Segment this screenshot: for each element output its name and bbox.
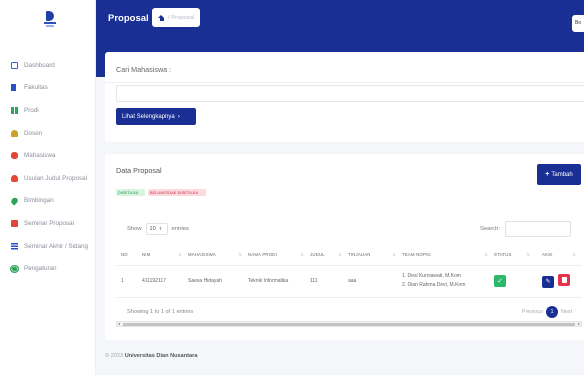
search-card-title: Cari Mahasiswa : <box>116 65 172 74</box>
column-header-team[interactable]: TEAM NOPIG ⇅ <box>402 245 494 266</box>
cell-status: ✓ <box>494 265 536 298</box>
see-more-label: Lihat Selengkapnya <box>122 113 175 120</box>
supervisor-2: 2. Dian Rahma Devi, M.Kom <box>402 282 466 288</box>
add-button-label: Tambah <box>551 171 573 178</box>
dashboard-icon <box>11 61 18 69</box>
header-action-button[interactable]: Bo <box>572 15 584 32</box>
rejected-badge: BELUM/TIDAK DISETUJUI <box>148 189 206 196</box>
add-button[interactable]: + Tambah <box>537 164 581 185</box>
cell-aksi: ✎ <box>536 265 582 298</box>
sidebar-item-label: Pengaturan <box>24 265 57 273</box>
sidebar-item-prodi[interactable]: Prodi <box>0 99 96 122</box>
sidebar-item-dosen[interactable]: Dosen <box>0 122 96 145</box>
pagination-page-1[interactable]: 1 <box>545 306 558 318</box>
sidebar-item-dashboard[interactable]: Dashboard <box>0 54 96 77</box>
student-search-input[interactable] <box>116 85 584 102</box>
entries-select[interactable]: 10 ⇕ <box>145 223 168 235</box>
show-label: Show <box>127 226 142 232</box>
column-header-tinjauan[interactable]: TINJAUAN ⇅ <box>348 245 402 266</box>
lightbulb-icon <box>11 174 18 182</box>
pagination-previous[interactable]: Previous <box>522 309 543 315</box>
sidebar-item-pengaturan[interactable]: Pengaturan <box>0 257 96 280</box>
supervisor-1: 1. Desi Kurniawati, M.Kom <box>402 273 461 279</box>
table-search-input[interactable] <box>505 221 571 237</box>
data-card-title: Data Proposal <box>116 166 162 175</box>
chevron-right-icon: › <box>177 113 180 120</box>
sidebar-item-label: Fakultas <box>24 84 48 92</box>
footer-org[interactable]: Universitas Dian Nusantara <box>125 353 198 359</box>
sidebar-item-fakultas[interactable]: Fakultas <box>0 77 96 100</box>
entries-label: entries <box>171 226 189 232</box>
sidebar-item-label: Seminar Akhir / Sidang <box>24 242 89 250</box>
column-header-judul[interactable]: JUDUL ⇅ <box>310 245 348 266</box>
sidebar-item-label: Usulan Judul Proposal <box>24 174 88 182</box>
sidebar-item-label: Dashboard <box>24 61 55 69</box>
trash-icon[interactable] <box>558 274 570 287</box>
scroll-left-icon[interactable]: ◂ <box>118 321 120 326</box>
gear-icon <box>11 265 18 272</box>
sidebar-item-usulan-judul[interactable]: Usulan Judul Proposal <box>0 167 96 190</box>
search-card: Cari Mahasiswa : Lihat Selengkapnya › <box>105 52 584 142</box>
proposal-table: NO NIM ⇅ MAHASISWA ⇅ NAMA PRODI ⇅ JUDUL ⇅ TI… <box>116 245 582 298</box>
pin-icon <box>9 196 20 206</box>
cell-mahasiswa: Saesa Hidayah <box>188 265 248 298</box>
approved-badge: DISETUJUI <box>116 189 145 196</box>
cell-no: 1 <box>116 265 142 298</box>
cell-team: 1. Desi Kurniawati, M.Kom 2. Dian Rahma … <box>402 265 494 298</box>
users-icon <box>11 152 18 160</box>
table-header-row: NO NIM ⇅ MAHASISWA ⇅ NAMA PRODI ⇅ JUDUL ⇅ TI… <box>116 245 582 266</box>
sidebar: Dashboard Fakultas Prodi Dosen Mahasiswa… <box>0 0 96 375</box>
column-header-nim[interactable]: NIM ⇅ <box>142 245 188 266</box>
cell-prodi: Teknik Informatika <box>248 265 310 298</box>
sidebar-item-bimbingan[interactable]: Bimbingan <box>0 190 96 213</box>
cell-nim: 411192117 <box>142 265 188 298</box>
sidebar-nav: Dashboard Fakultas Prodi Dosen Mahasiswa… <box>0 54 96 280</box>
edit-icon[interactable]: ✎ <box>542 275 554 288</box>
column-header-status[interactable]: STATUS ⇅ <box>494 245 536 266</box>
table-row: 1 411192117 Saesa Hidayah Teknik Informa… <box>116 265 582 298</box>
check-icon[interactable]: ✓ <box>494 275 506 287</box>
pagination-next[interactable]: Next <box>561 309 572 315</box>
list-icon <box>11 242 18 250</box>
scrollbar-thumb[interactable] <box>123 323 575 326</box>
sidebar-item-label: Seminar Proposal <box>24 219 75 227</box>
sidebar-item-mahasiswa[interactable]: Mahasiswa <box>0 144 96 167</box>
page-title: Proposal <box>108 13 149 24</box>
sidebar-item-label: Bimbingan <box>24 197 54 205</box>
sidebar-item-label: Mahasiswa <box>24 152 56 160</box>
cell-judul: 111 <box>310 265 348 298</box>
building-icon <box>11 84 16 92</box>
breadcrumb-current: / Proposal <box>168 14 195 21</box>
sidebar-item-seminar-akhir[interactable]: Seminar Akhir / Sidang <box>0 235 96 258</box>
home-icon[interactable] <box>158 14 165 21</box>
sidebar-item-label: Dosen <box>24 129 43 137</box>
table-info: Showing 1 to 1 of 1 entries <box>127 309 194 315</box>
user-icon <box>11 129 18 137</box>
entries-value: 10 <box>149 226 156 232</box>
plus-icon: + <box>545 171 550 178</box>
proposal-data-card: Data Proposal + Tambah DISETUJUI BELUM/T… <box>105 154 584 340</box>
sidebar-item-label: Prodi <box>24 106 39 114</box>
column-header-prodi[interactable]: NAMA PRODI ⇅ <box>248 245 310 266</box>
table-search-label: Search: <box>480 226 500 232</box>
breadcrumb: / Proposal <box>152 8 200 27</box>
column-header-no[interactable]: NO <box>116 245 142 266</box>
see-more-button[interactable]: Lihat Selengkapnya › <box>116 108 196 125</box>
scroll-right-icon[interactable]: ▸ <box>578 321 580 326</box>
divider <box>105 82 584 83</box>
sort-arrows-icon: ⇕ <box>158 226 163 231</box>
sidebar-item-seminar-proposal[interactable]: Seminar Proposal <box>0 212 96 235</box>
grid-icon <box>11 106 18 114</box>
horizontal-scrollbar[interactable]: ◂ ▸ <box>116 321 582 327</box>
entries-control: Show 10 ⇕ entries <box>127 223 189 235</box>
footer-copyright: © 2023 <box>105 353 124 359</box>
cell-tinjauan: aaa <box>348 265 402 298</box>
pagination: Previous 1 Next <box>522 306 572 318</box>
footer: © 2023 Universitas Dian Nusantara <box>105 353 197 359</box>
column-header-aksi[interactable]: AKSI ⇅ <box>536 245 582 266</box>
app-logo[interactable] <box>44 11 56 29</box>
column-header-mahasiswa[interactable]: MAHASISWA ⇅ <box>188 245 248 266</box>
book-icon <box>11 219 18 227</box>
